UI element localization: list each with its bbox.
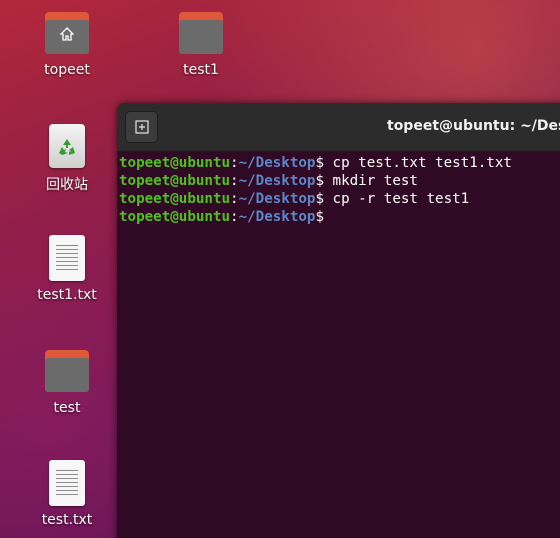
prompt-user: topeet@ubuntu	[119, 191, 231, 207]
prompt-path: ~/Desktop	[238, 191, 316, 207]
desktop-icon-trash[interactable]: 回收站	[22, 122, 112, 194]
prompt-path: ~/Desktop	[238, 155, 316, 171]
prompt-path: ~/Desktop	[238, 173, 316, 189]
desktop-icon-test1[interactable]: test1	[156, 10, 246, 78]
desktop-icon-label: test	[53, 400, 81, 416]
desktop-icon-label: test1	[183, 62, 219, 78]
desktop-icon-test-txt[interactable]: test.txt	[22, 460, 112, 528]
terminal-line: topeet@ubuntu:~/Desktop$ mkdir test	[119, 173, 418, 189]
desktop-icon-topeet[interactable]: topeet	[22, 10, 112, 78]
prompt-user: topeet@ubuntu	[119, 209, 231, 225]
recycle-icon	[59, 139, 75, 155]
home-folder-icon	[43, 10, 91, 58]
text-file-icon	[43, 460, 91, 508]
new-tab-button[interactable]	[125, 111, 158, 143]
terminal-header-bar[interactable]: topeet@ubuntu: ~/Desktop	[117, 103, 560, 152]
terminal-command: mkdir test	[324, 173, 418, 189]
terminal-output[interactable]: topeet@ubuntu:~/Desktop$ cp test.txt tes…	[117, 152, 560, 226]
folder-icon	[177, 10, 225, 58]
terminal-title: topeet@ubuntu: ~/Desktop	[387, 118, 560, 134]
desktop-icon-test[interactable]: test	[22, 348, 112, 416]
desktop-icon-label: test.txt	[41, 512, 93, 528]
new-tab-icon	[135, 120, 149, 134]
terminal-command: cp -r test test1	[324, 191, 470, 207]
desktop-icon-label: topeet	[44, 62, 90, 78]
desktop-icon-label: test1.txt	[37, 287, 97, 303]
terminal-line: topeet@ubuntu:~/Desktop$ cp test.txt tes…	[119, 155, 512, 171]
terminal-command: cp test.txt test1.txt	[324, 155, 512, 171]
terminal-line: topeet@ubuntu:~/Desktop$ cp -r test test…	[119, 191, 470, 207]
trash-icon	[43, 122, 91, 170]
prompt-user: topeet@ubuntu	[119, 155, 231, 171]
text-file-icon	[43, 235, 91, 283]
terminal-line: topeet@ubuntu:~/Desktop$	[119, 208, 560, 226]
desktop-icon-test1-txt[interactable]: test1.txt	[22, 235, 112, 303]
prompt-user: topeet@ubuntu	[119, 173, 231, 189]
desktop-icon-label: 回收站	[46, 177, 88, 193]
folder-icon	[43, 348, 91, 396]
terminal-cursor	[324, 208, 333, 224]
prompt-path: ~/Desktop	[238, 209, 316, 225]
terminal-window[interactable]: topeet@ubuntu: ~/Desktop topeet@ubuntu:~…	[117, 103, 560, 538]
